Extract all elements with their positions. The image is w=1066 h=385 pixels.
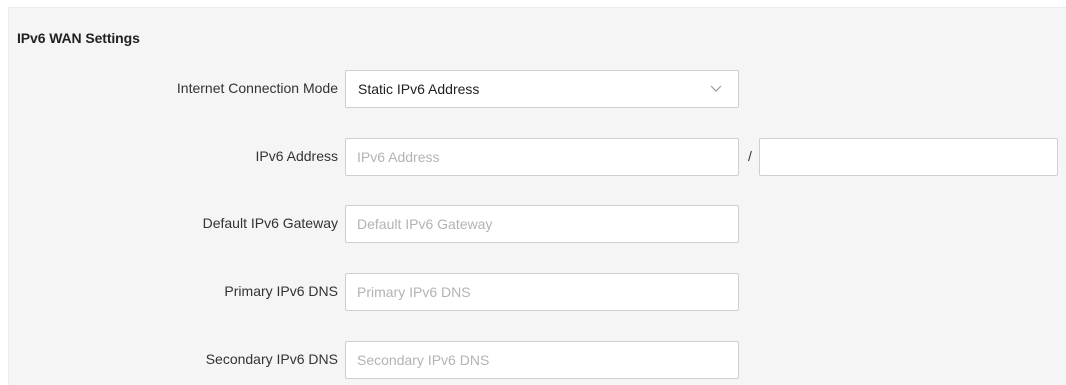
- ipv6-address-input[interactable]: [345, 138, 739, 176]
- default-gateway-label: Default IPv6 Gateway: [202, 215, 338, 231]
- connection-mode-selected-value: Static IPv6 Address: [358, 81, 480, 97]
- connection-mode-select[interactable]: Static IPv6 Address: [345, 70, 739, 108]
- primary-dns-label: Primary IPv6 DNS: [224, 283, 338, 299]
- secondary-dns-label: Secondary IPv6 DNS: [205, 351, 338, 367]
- prefix-separator: /: [748, 148, 752, 164]
- ipv6-wan-settings-panel: IPv6 WAN Settings Internet Connection Mo…: [8, 7, 1066, 385]
- section-title: IPv6 WAN Settings: [17, 30, 140, 46]
- chevron-down-icon: [710, 85, 722, 92]
- ipv6-prefix-length-input[interactable]: [759, 138, 1058, 176]
- secondary-dns-input[interactable]: [345, 341, 739, 379]
- default-gateway-input[interactable]: [345, 205, 739, 243]
- connection-mode-label: Internet Connection Mode: [176, 80, 338, 96]
- ipv6-address-label: IPv6 Address: [255, 148, 339, 164]
- primary-dns-input[interactable]: [345, 273, 739, 311]
